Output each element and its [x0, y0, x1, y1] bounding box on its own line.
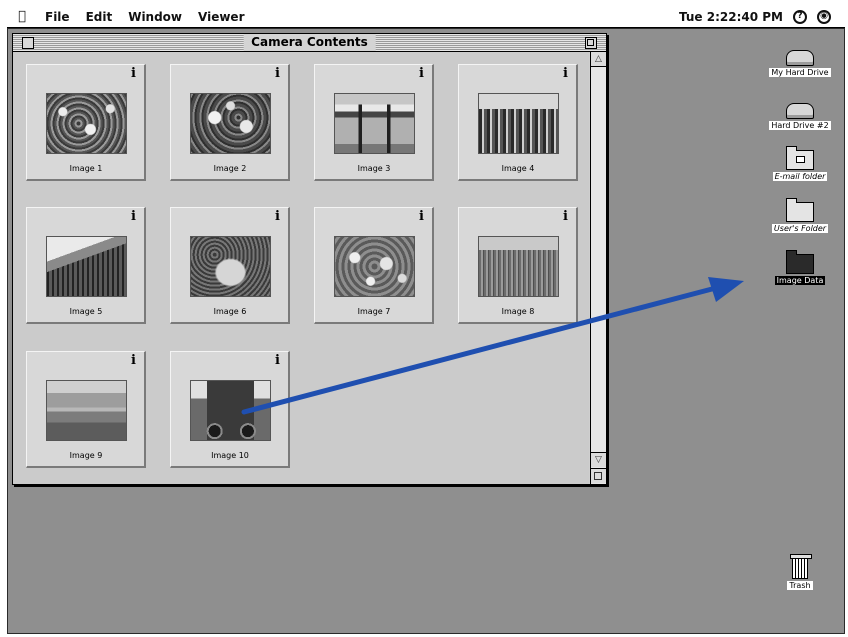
thumbnail-image[interactable] — [478, 236, 559, 297]
info-button[interactable]: i — [127, 354, 140, 368]
hard-drive-icon — [786, 50, 814, 66]
camera-icon[interactable]: ◉ — [817, 9, 831, 24]
hard-drive-icon — [786, 103, 814, 119]
email-folder-icon — [786, 146, 814, 170]
desktop-icon-label: User's Folder — [771, 224, 829, 233]
folder-icon — [786, 198, 814, 222]
scroll-up-arrow-icon[interactable]: △ — [591, 52, 606, 67]
desktop-icon-label: Trash — [787, 581, 813, 590]
thumbnail-label: Image 8 — [501, 307, 535, 316]
zoom-box[interactable] — [585, 37, 597, 49]
thumbnail-card[interactable]: i Image 8 — [458, 207, 578, 324]
thumbnail-card[interactable]: i Image 4 — [458, 64, 578, 181]
close-box[interactable] — [22, 37, 34, 49]
info-button[interactable]: i — [271, 354, 284, 368]
thumbnail-image[interactable] — [190, 380, 271, 441]
thumbnail-image[interactable] — [190, 93, 271, 154]
desktop-icon-image-data[interactable]: Image Data — [764, 250, 836, 285]
vertical-scrollbar[interactable]: △ ▽ — [590, 52, 606, 484]
desktop-icon-label: My Hard Drive — [769, 68, 831, 77]
trash-icon — [790, 554, 812, 579]
info-button[interactable]: i — [559, 210, 572, 224]
thumbnail-label: Image 5 — [69, 307, 103, 316]
thumbnail-label: Image 6 — [213, 307, 247, 316]
scroll-down-arrow-icon[interactable]: ▽ — [591, 452, 606, 467]
camera-contents-window: Camera Contents i Image 1 i Image 2 i Im… — [12, 33, 607, 485]
info-button[interactable]: i — [271, 210, 284, 224]
info-button[interactable]: i — [271, 67, 284, 81]
menu-edit[interactable]: Edit — [78, 10, 121, 24]
screen:  File Edit Window Viewer Tue 2:22:40 PM… — [0, 0, 848, 637]
thumbnail-card[interactable]: i Image 3 — [314, 64, 434, 181]
desktop-icon-trash[interactable]: Trash — [764, 554, 836, 590]
thumbnail-label: Image 7 — [357, 307, 391, 316]
desktop-icon-label: Hard Drive #2 — [769, 121, 831, 130]
window-title: Camera Contents — [243, 34, 376, 51]
thumbnail-label: Image 2 — [213, 164, 247, 173]
thumbnail-image[interactable] — [478, 93, 559, 154]
thumbnail-label: Image 4 — [501, 164, 535, 173]
desktop-icon-hard-drive-2[interactable]: Hard Drive #2 — [764, 103, 836, 130]
thumbnail-grid: i Image 1 i Image 2 i Image 3 i Image 4 — [13, 52, 589, 484]
thumbnail-image[interactable] — [190, 236, 271, 297]
thumbnail-image[interactable] — [46, 380, 127, 441]
menu-window[interactable]: Window — [120, 10, 190, 24]
thumbnail-label: Image 10 — [211, 451, 249, 460]
menubar-right: Tue 2:22:40 PM ? ◉ — [679, 9, 845, 24]
info-button[interactable]: i — [127, 67, 140, 81]
info-button[interactable]: i — [415, 210, 428, 224]
desktop-icon-email-folder[interactable]: E-mail folder — [764, 146, 836, 181]
thumbnail-label: Image 9 — [69, 451, 103, 460]
title-bar[interactable]: Camera Contents — [13, 34, 606, 52]
thumbnail-card[interactable]: i Image 10 — [170, 351, 290, 468]
thumbnail-card[interactable]: i Image 1 — [26, 64, 146, 181]
thumbnail-image[interactable] — [334, 236, 415, 297]
thumbnail-card[interactable]: i Image 5 — [26, 207, 146, 324]
resize-box[interactable] — [591, 468, 606, 483]
apple-icon[interactable]:  — [7, 9, 37, 24]
info-button[interactable]: i — [559, 67, 572, 81]
desktop-icon-label: E-mail folder — [772, 172, 828, 181]
thumbnail-card[interactable]: i Image 2 — [170, 64, 290, 181]
desktop-icon-label: Image Data — [774, 276, 826, 285]
desktop-icon-users-folder[interactable]: User's Folder — [764, 198, 836, 233]
thumbnail-image[interactable] — [46, 93, 127, 154]
help-icon[interactable]: ? — [793, 9, 807, 24]
thumbnail-card[interactable]: i Image 6 — [170, 207, 290, 324]
menubar:  File Edit Window Viewer Tue 2:22:40 PM… — [7, 6, 845, 28]
info-button[interactable]: i — [127, 210, 140, 224]
thumbnail-card[interactable]: i Image 9 — [26, 351, 146, 468]
folder-icon — [786, 250, 814, 274]
info-button[interactable]: i — [415, 67, 428, 81]
thumbnail-image[interactable] — [46, 236, 127, 297]
menu-file[interactable]: File — [37, 10, 78, 24]
thumbnail-label: Image 3 — [357, 164, 391, 173]
thumbnail-label: Image 1 — [69, 164, 103, 173]
thumbnail-card[interactable]: i Image 7 — [314, 207, 434, 324]
menu-viewer[interactable]: Viewer — [190, 10, 252, 24]
clock[interactable]: Tue 2:22:40 PM — [679, 10, 783, 24]
desktop-icon-my-hard-drive[interactable]: My Hard Drive — [764, 50, 836, 77]
thumbnail-image[interactable] — [334, 93, 415, 154]
